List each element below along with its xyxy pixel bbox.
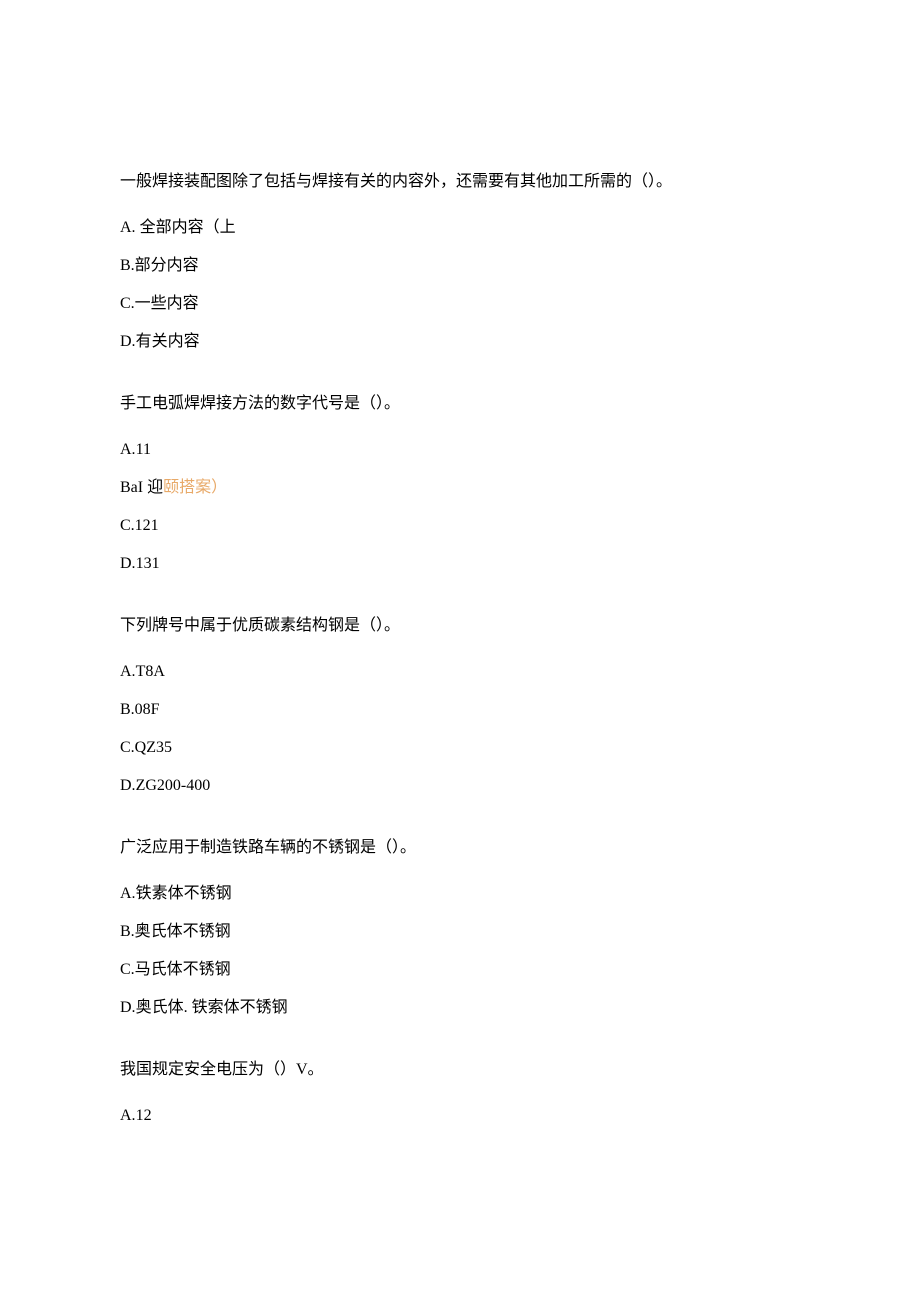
option-text: 全部内容（上 [140, 219, 236, 236]
option-text: 11 [136, 441, 151, 458]
option-text: 121 [135, 517, 159, 534]
option-prefix: D. [120, 555, 136, 572]
option-prefix: A. [120, 885, 136, 902]
document-page: 一般焊接装配图除了包括与焊接有关的内容外，还需要有其他加工所需的（）。 A. 全… [0, 0, 920, 1226]
option-a: A. 全部内容（上 [120, 216, 800, 240]
option-text: 奥氏体不锈钢 [135, 923, 231, 940]
option-prefix: D. [120, 999, 136, 1016]
option-d: D.ZG200-400 [120, 774, 800, 798]
question-text: 手工电弧焊焊接方法的数字代号是（）。 [120, 392, 800, 416]
question-block: 下列牌号中属于优质碳素结构钢是（）。 A.T8A B.08F C.QZ35 D.… [120, 614, 800, 798]
option-text: QZ35 [135, 739, 172, 756]
option-b: B.部分内容 [120, 254, 800, 278]
option-text: 一些内容 [135, 295, 199, 312]
option-a: A.11 [120, 438, 800, 462]
option-prefix: C. [120, 961, 135, 978]
option-d: D.奥氏体. 铁索体不锈钢 [120, 996, 800, 1020]
option-a: A.铁素体不锈钢 [120, 882, 800, 906]
question-block: 广泛应用于制造铁路车辆的不锈钢是（）。 A.铁素体不锈钢 B.奥氏体不锈钢 C.… [120, 836, 800, 1020]
option-prefix: C. [120, 295, 135, 312]
option-prefix: B. [120, 701, 135, 718]
option-d: D.有关内容 [120, 330, 800, 354]
option-text: 131 [136, 555, 160, 572]
option-text: ZG200-400 [136, 777, 211, 794]
question-block: 我国规定安全电压为（）V。 A.12 [120, 1058, 800, 1128]
question-text: 我国规定安全电压为（）V。 [120, 1058, 800, 1082]
option-b: B.奥氏体不锈钢 [120, 920, 800, 944]
option-highlight: 颐搭案） [163, 479, 227, 496]
option-c: C.QZ35 [120, 736, 800, 760]
option-prefix: A. [120, 441, 136, 458]
option-prefix: C. [120, 739, 135, 756]
option-prefix: B. [120, 257, 135, 274]
option-prefix: C. [120, 517, 135, 534]
option-text: 08F [135, 701, 160, 718]
question-text: 一般焊接装配图除了包括与焊接有关的内容外，还需要有其他加工所需的（）。 [120, 170, 800, 194]
option-c: C.一些内容 [120, 292, 800, 316]
option-prefix: D. [120, 777, 136, 794]
question-block: 一般焊接装配图除了包括与焊接有关的内容外，还需要有其他加工所需的（）。 A. 全… [120, 170, 800, 354]
option-d: D.131 [120, 552, 800, 576]
option-a: A.12 [120, 1104, 800, 1128]
option-prefix: BaI 迎 [120, 479, 163, 496]
option-b: B.08F [120, 698, 800, 722]
option-a: A.T8A [120, 660, 800, 684]
option-prefix: A. [120, 663, 136, 680]
question-text: 下列牌号中属于优质碳素结构钢是（）。 [120, 614, 800, 638]
option-text: T8A [136, 663, 165, 680]
option-text: 有关内容 [136, 333, 200, 350]
question-text: 广泛应用于制造铁路车辆的不锈钢是（）。 [120, 836, 800, 860]
option-prefix: A. [120, 219, 140, 236]
option-prefix: A. [120, 1107, 136, 1124]
option-prefix: B. [120, 923, 135, 940]
question-block: 手工电弧焊焊接方法的数字代号是（）。 A.11 BaI 迎颐搭案） C.121 … [120, 392, 800, 576]
option-text: 部分内容 [135, 257, 199, 274]
option-text: 12 [136, 1107, 152, 1124]
option-c: C.121 [120, 514, 800, 538]
option-text: 马氏体不锈钢 [135, 961, 231, 978]
option-text: 铁素体不锈钢 [136, 885, 232, 902]
option-b: BaI 迎颐搭案） [120, 476, 800, 500]
option-prefix: D. [120, 333, 136, 350]
option-c: C.马氏体不锈钢 [120, 958, 800, 982]
option-text: 奥氏体. 铁索体不锈钢 [136, 999, 288, 1016]
